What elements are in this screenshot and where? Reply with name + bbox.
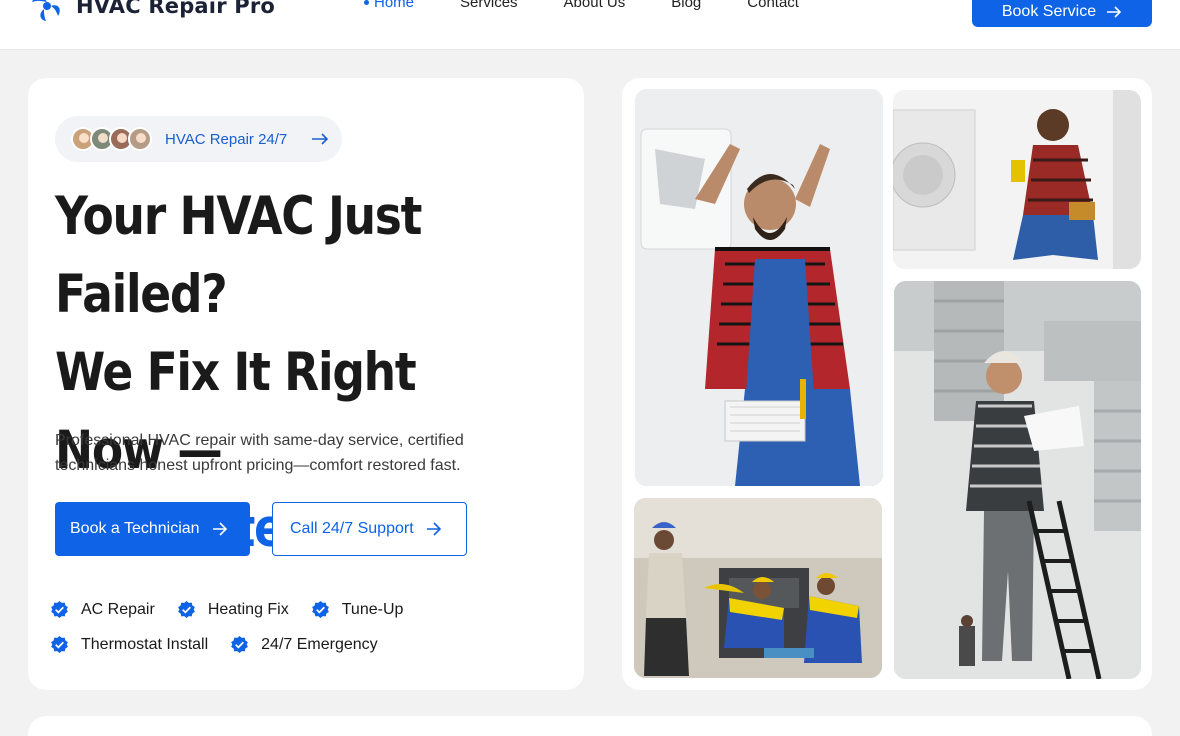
technician-ladder-duct-photo — [894, 281, 1141, 679]
check-badge-icon — [51, 635, 68, 654]
headline-line-1: Your HVAC Just Failed? — [55, 186, 422, 325]
photo-illustration — [894, 281, 1141, 679]
check-badge-icon — [177, 600, 195, 619]
brand-name: HVAC Repair Pro — [76, 0, 276, 18]
check-badge-icon — [51, 600, 68, 619]
call-support-button[interactable]: Call 24/7 Support — [272, 502, 467, 556]
site-header: HVAC Repair Pro Home Services About Us B… — [0, 0, 1180, 50]
call-support-label: Call 24/7 Support — [290, 520, 414, 537]
avatar — [128, 127, 152, 151]
badge-label: HVAC Repair 24/7 — [165, 130, 288, 148]
nav-home-label: Home — [374, 0, 415, 11]
arrow-right-icon — [312, 133, 329, 145]
brand-logo[interactable]: HVAC Repair Pro — [28, 0, 275, 22]
nav-about[interactable]: About Us — [564, 0, 626, 11]
nav-blog[interactable]: Blog — [671, 0, 701, 11]
feature-list: AC Repair Heating Fix Tune-Up Thermostat… — [50, 600, 570, 670]
book-service-label: Book Service — [1001, 2, 1097, 20]
feature-row: Thermostat Install 24/7 Emergency — [50, 635, 570, 654]
nav-blog-label: Blog — [671, 0, 702, 11]
check-badge-icon — [311, 600, 329, 619]
feature-label: 24/7 Emergency — [261, 635, 378, 653]
photo-illustration — [893, 90, 1141, 269]
technician-wall-ac-photo — [635, 89, 883, 486]
fan-logo-icon — [32, 0, 60, 21]
technician-outdoor-unit-photo — [893, 90, 1141, 269]
nav-services[interactable]: Services — [460, 0, 518, 11]
nav-home[interactable]: Home — [364, 0, 414, 11]
book-technician-button[interactable]: Book a Technician — [55, 502, 250, 556]
feature-item: Tune-Up — [311, 600, 404, 619]
feature-label: AC Repair — [81, 600, 155, 618]
feature-label: Thermostat Install — [81, 635, 209, 653]
feature-item: 24/7 Emergency — [230, 635, 378, 654]
feature-item: Thermostat Install — [50, 635, 208, 654]
feature-item: AC Repair — [50, 600, 155, 619]
hero-card: HVAC Repair 24/7 Your HVAC Just Failed? … — [28, 78, 584, 690]
check-badge-icon — [231, 635, 249, 654]
nav-about-label: About Us — [563, 0, 626, 11]
arrow-right-icon — [212, 522, 227, 536]
arrow-right-icon — [1107, 5, 1122, 18]
avatar-group — [71, 127, 152, 151]
nav-contact-label: Contact — [747, 0, 799, 11]
photo-illustration — [634, 498, 882, 678]
arrow-right-icon — [426, 522, 441, 536]
feature-item: Heating Fix — [177, 600, 289, 619]
feature-label: Heating Fix — [207, 600, 289, 618]
photo-gallery — [622, 78, 1152, 690]
hero-badge[interactable]: HVAC Repair 24/7 — [55, 116, 342, 162]
main-nav: Home Services About Us Blog Contact — [364, 0, 845, 11]
feature-label: Tune-Up — [341, 600, 404, 618]
next-section-strip — [28, 716, 1152, 736]
book-technician-label: Book a Technician — [70, 520, 200, 537]
feature-row: AC Repair Heating Fix Tune-Up — [50, 600, 570, 619]
book-service-button[interactable]: Book Service — [972, 0, 1152, 27]
photo-illustration — [635, 89, 883, 486]
technicians-team-photo — [634, 498, 882, 678]
nav-services-label: Services — [460, 0, 518, 11]
hero-subtext: Professional HVAC repair with same-day s… — [55, 432, 464, 474]
active-dot-icon — [364, 0, 369, 5]
nav-contact[interactable]: Contact — [747, 0, 799, 11]
